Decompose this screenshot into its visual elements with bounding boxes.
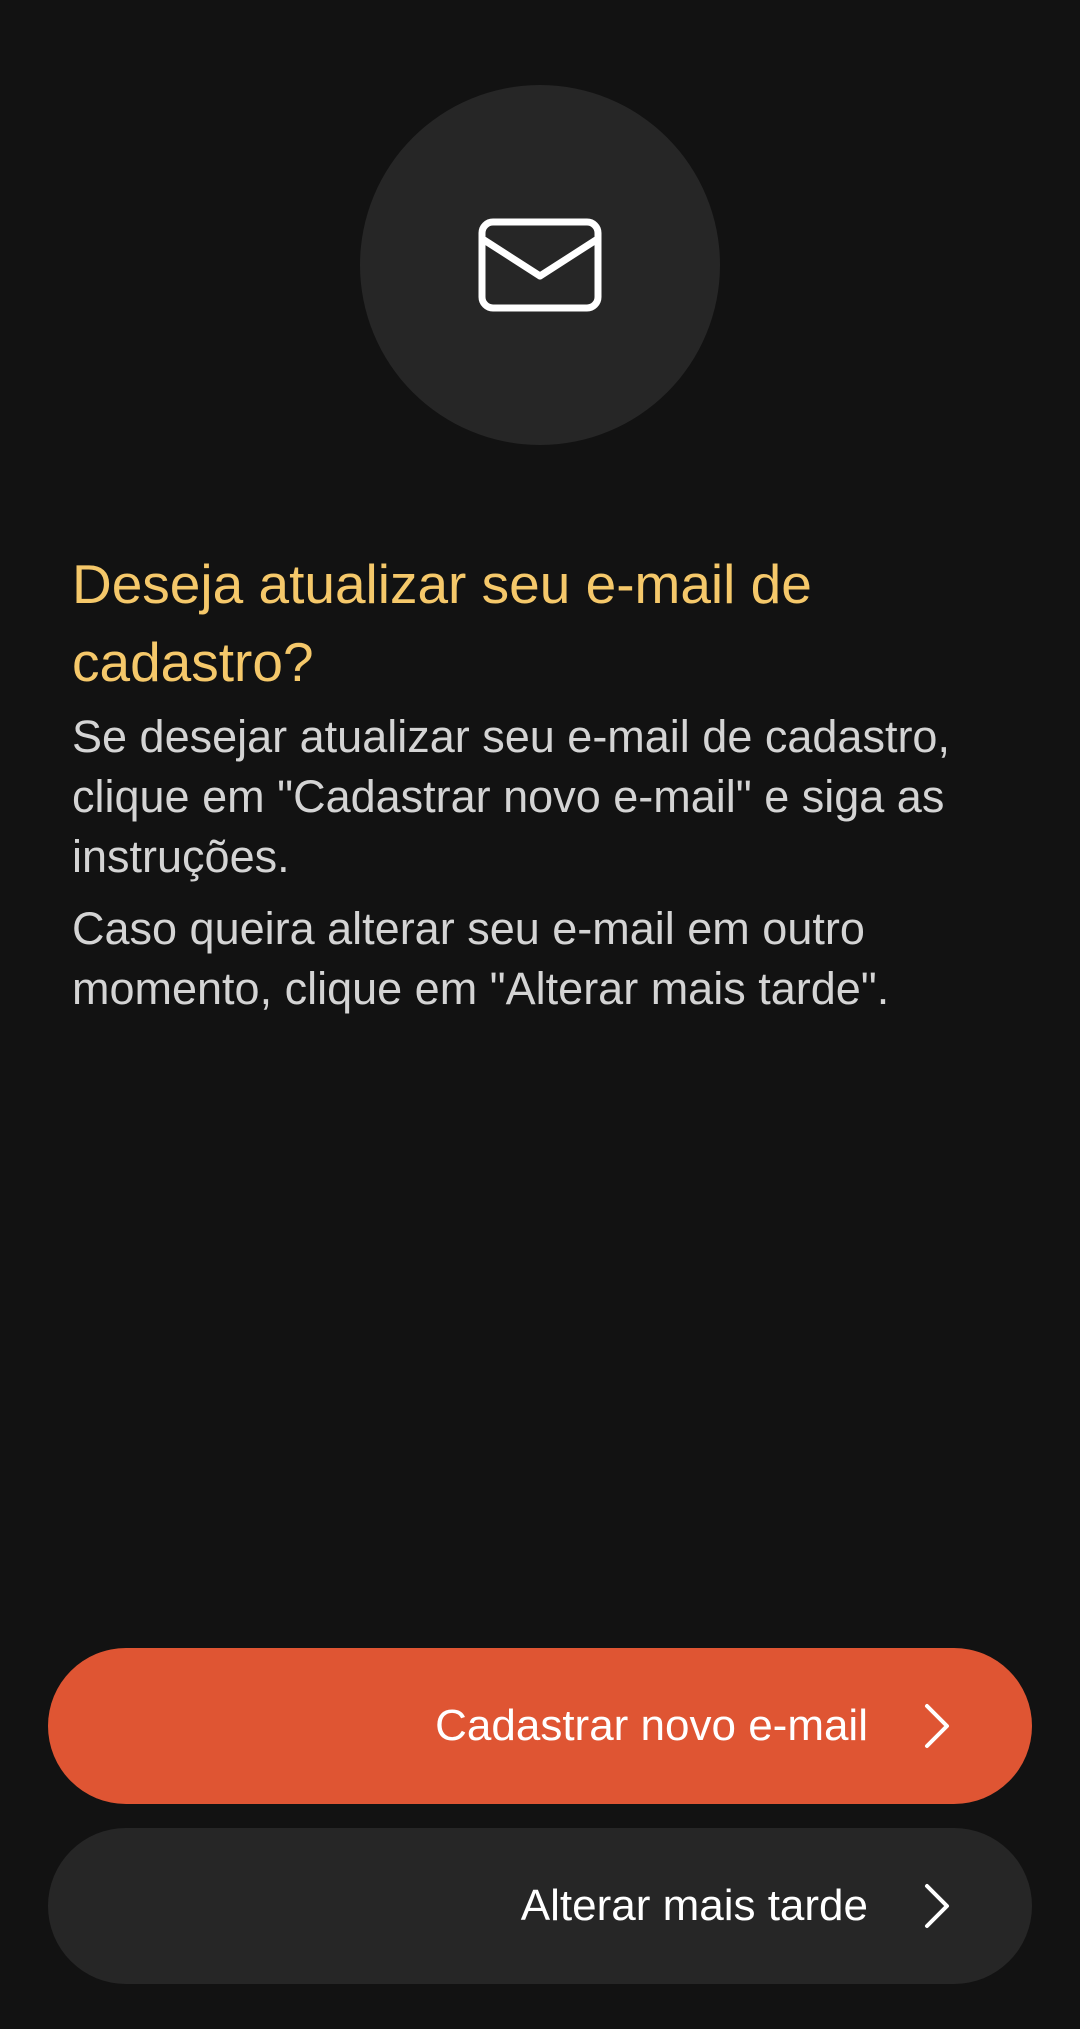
envelope-icon-container — [360, 85, 720, 445]
change-later-label: Alterar mais tarde — [520, 1881, 868, 1930]
change-later-button[interactable]: Alterar mais tarde — [48, 1828, 1032, 1984]
instructions-paragraph: Se desejar atualizar seu e-mail de cadas… — [72, 711, 950, 882]
chevron-right-icon — [925, 1884, 949, 1928]
later-paragraph: Caso queira alterar seu e-mail em outro … — [72, 903, 890, 1014]
chevron-right-icon — [925, 1704, 949, 1748]
message-section: Deseja atualizar seu e-mail de cadastro?… — [72, 545, 1012, 1019]
register-new-email-label: Cadastrar novo e-mail — [435, 1701, 868, 1750]
page-title: Deseja atualizar seu e-mail de cadastro? — [72, 553, 812, 693]
register-new-email-button[interactable]: Cadastrar novo e-mail — [48, 1648, 1032, 1804]
envelope-icon — [478, 218, 602, 312]
